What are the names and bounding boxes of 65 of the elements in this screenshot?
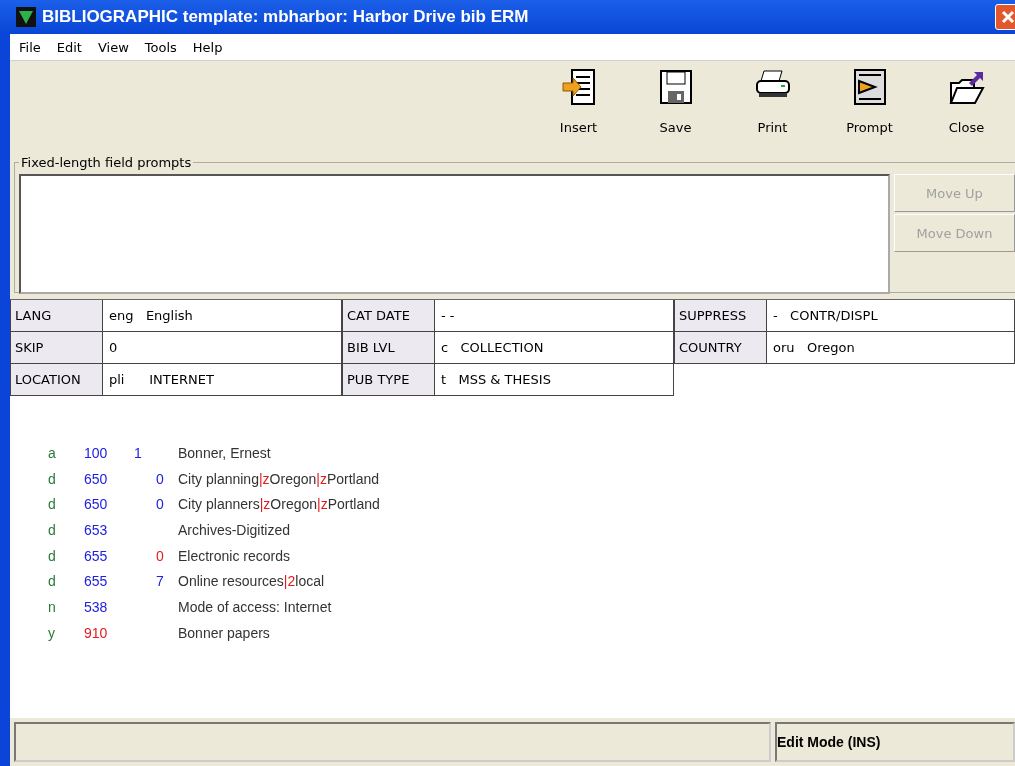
fixed-field-label: LANG bbox=[10, 300, 102, 332]
toolbar-button[interactable]: Insert bbox=[530, 69, 627, 135]
indicator: 1 bbox=[134, 444, 143, 461]
field-content[interactable]: City planners|zOregon|zPortland bbox=[178, 496, 1015, 513]
fixed-field-value[interactable]: - CONTR/DISPL bbox=[766, 300, 1015, 332]
fixed-field-value[interactable]: - - bbox=[434, 300, 674, 332]
field-group-tag: d bbox=[48, 496, 84, 513]
menu-item[interactable]: Edit bbox=[51, 37, 87, 57]
fixed-field-value[interactable]: t MSS & THESIS bbox=[434, 364, 674, 396]
field-content[interactable]: Bonner, Ernest bbox=[178, 444, 1015, 461]
fixed-field-value[interactable]: oru Oregon bbox=[766, 332, 1015, 364]
marc-tag: 653 bbox=[84, 521, 134, 538]
marc-tag: 100 bbox=[84, 444, 134, 461]
menu-item[interactable]: View bbox=[92, 37, 134, 57]
field-content[interactable]: Bonner papers bbox=[178, 624, 1015, 641]
fixed-field-label: PUB TYPE bbox=[342, 364, 434, 396]
menu-item[interactable]: Help bbox=[187, 37, 228, 57]
fixed-field-value[interactable]: 0 bbox=[102, 332, 342, 364]
field-group-tag: d bbox=[48, 547, 84, 564]
close-button[interactable] bbox=[995, 4, 1015, 30]
fixed-field-label: COUNTRY bbox=[674, 332, 766, 364]
field-group-tag: y bbox=[48, 624, 84, 641]
marc-tag: 655 bbox=[84, 573, 134, 590]
fixed-field-label: CAT DATE bbox=[342, 300, 434, 332]
field-group-tag: n bbox=[48, 598, 84, 615]
marc-tag: 650 bbox=[84, 470, 134, 487]
toolbar-button[interactable]: Close bbox=[918, 69, 1015, 135]
indicator: 0 bbox=[156, 470, 165, 487]
field-group-tag: d bbox=[48, 470, 84, 487]
marc-tag: 910 bbox=[84, 624, 134, 641]
menu-item[interactable]: Tools bbox=[139, 37, 182, 57]
toolbar-button[interactable]: Print bbox=[724, 69, 821, 135]
marc-tag: 655 bbox=[84, 547, 134, 564]
fixed-field-label: SKIP bbox=[10, 332, 102, 364]
fixed-field-value[interactable]: c COLLECTION bbox=[434, 332, 674, 364]
indicator: 0 bbox=[156, 547, 165, 564]
fixed-field-label: BIB LVL bbox=[342, 332, 434, 364]
window-title: BIBLIOGRAPHIC template: mbharbor: Harbor Drive bib ERM bbox=[42, 7, 530, 27]
fixed-field-value[interactable]: pli INTERNET bbox=[102, 364, 342, 396]
fixed-field-value[interactable]: eng English bbox=[102, 300, 342, 332]
field-group-tag: d bbox=[48, 521, 84, 538]
field-content[interactable]: Archives-Digitized bbox=[178, 521, 1015, 538]
field-group-tag: a bbox=[48, 444, 84, 461]
prompts-text-area[interactable] bbox=[19, 174, 890, 294]
document-arrow-icon bbox=[561, 69, 596, 105]
field-content[interactable]: Online resources|2local bbox=[178, 573, 1015, 590]
app-logo-icon bbox=[16, 7, 36, 27]
group-label: Fixed-length field prompts bbox=[20, 155, 193, 170]
toolbar-button[interactable]: Save bbox=[627, 69, 724, 135]
field-content[interactable]: City planning|zOregon|zPortland bbox=[178, 470, 1015, 487]
toolbar-button[interactable]: Prompt bbox=[821, 69, 918, 135]
indicator: 0 bbox=[156, 496, 165, 513]
fixed-field-label: SUPPRESS bbox=[674, 300, 766, 332]
printer-icon bbox=[754, 69, 791, 99]
menu-item[interactable]: File bbox=[14, 37, 46, 57]
marc-tag: 650 bbox=[84, 496, 134, 513]
field-content[interactable]: Electronic records bbox=[178, 547, 1015, 564]
edit-mode-status: Edit Mode (INS) bbox=[775, 722, 1015, 762]
fixed-field-label: LOCATION bbox=[10, 364, 102, 396]
close-icon bbox=[1001, 10, 1015, 24]
field-content[interactable]: Mode of access: Internet bbox=[178, 598, 1015, 615]
marc-tag: 538 bbox=[84, 598, 134, 615]
indicator: 7 bbox=[156, 573, 165, 590]
folder-arrow-icon bbox=[948, 69, 985, 105]
field-group-tag: d bbox=[48, 573, 84, 590]
